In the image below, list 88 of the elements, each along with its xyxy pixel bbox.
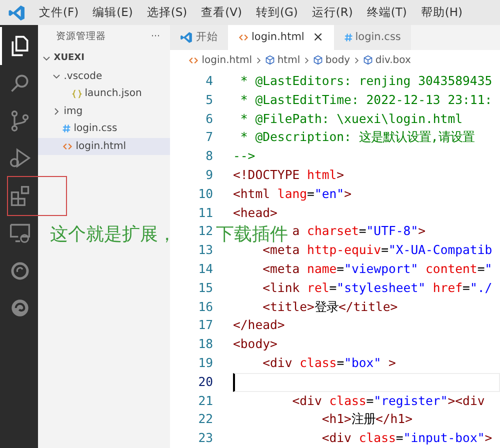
breadcrumb-item[interactable]: div.box [362, 52, 411, 68]
sidebar-title: 资源管理器 [56, 30, 106, 44]
line-number: 8 [206, 149, 213, 164]
line-number: 23 [198, 431, 213, 446]
line-number: 7 [206, 130, 213, 144]
tree-item[interactable]: login.css [38, 120, 170, 138]
line-number: 9 [206, 168, 213, 182]
code-line: <!DOCTYPE html> [233, 166, 344, 184]
ring-icon[interactable] [10, 260, 30, 281]
breadcrumb-item[interactable]: html [264, 52, 300, 68]
code-line: </head> [233, 317, 285, 334]
line-number: 20 [198, 374, 213, 389]
menu-item[interactable]: 帮助(H) [414, 4, 470, 22]
line-number: 18 [198, 337, 213, 352]
code-line: <h1>注册</h1> [322, 411, 412, 428]
code-line: * @Description: 这是默认设置,请设置 [240, 129, 474, 146]
cube-icon [312, 55, 323, 65]
line-number: 5 [206, 92, 213, 107]
code-line: a charset="UTF-8"> [292, 223, 426, 240]
vscode-logo-icon [8, 4, 26, 22]
code-line: * @LastEditTime: 2022-12-13 23:11: [240, 92, 492, 109]
code-line: <div class="box" > [262, 354, 396, 372]
code-line: <head> [233, 204, 278, 222]
menu-item[interactable]: 编辑(E) [86, 4, 140, 22]
angle-brackets-icon [238, 33, 249, 42]
editor-tab[interactable]: 开始 [170, 25, 228, 50]
menu-item[interactable]: 运行(R) [304, 4, 360, 22]
menu-item[interactable]: 选择(S) [140, 4, 194, 22]
hash-icon [344, 33, 352, 42]
line-number: 17 [198, 318, 213, 332]
line-number: 14 [198, 262, 213, 276]
line-number: 22 [198, 412, 213, 426]
line-number: 16 [198, 300, 213, 314]
search-icon[interactable] [9, 72, 31, 94]
code-line: * @LastEditors: renjing 3043589435 [240, 73, 492, 90]
line-number: 10 [198, 186, 213, 201]
vscode-logo-icon [180, 31, 193, 44]
editor-tab[interactable]: login.css [334, 25, 411, 50]
menu-item[interactable]: 文件(F) [32, 4, 86, 22]
line-number: 15 [198, 280, 213, 295]
more-actions-button[interactable]: ··· [150, 30, 160, 45]
play-bug-icon[interactable] [9, 147, 31, 170]
menu-item[interactable]: 转到(G) [248, 4, 305, 22]
breadcrumb-item[interactable]: login.html [188, 52, 252, 68]
menu-item[interactable]: 终端(T) [360, 4, 414, 22]
files-icon[interactable] [9, 34, 31, 57]
line-number: 12 [198, 224, 213, 238]
hash-icon [62, 124, 71, 134]
extensions-icon[interactable] [9, 184, 31, 207]
cube-icon [362, 55, 373, 65]
angle-brackets-icon [188, 56, 199, 64]
chevron-right-icon [352, 56, 360, 64]
code-line: * @FilePath: \xuexi\login.html [240, 110, 463, 128]
code-line: <meta http-equiv="X-UA-Compatib [262, 242, 492, 260]
chevron-right-icon [52, 106, 61, 116]
line-number: 6 [206, 112, 213, 126]
cube-icon [264, 55, 275, 65]
angle-brackets-icon [62, 142, 73, 151]
line-number: 11 [198, 206, 213, 220]
braces-icon [72, 88, 82, 99]
annotation-text: 下载插件 [216, 223, 288, 245]
line-number: 4 [206, 74, 213, 88]
editor-tab[interactable]: login.html × [228, 25, 334, 50]
code-line: <link rel="stylesheet" href="./ [262, 280, 492, 297]
code-line: <div class="register"><div [292, 392, 485, 410]
tree-item[interactable]: img [38, 102, 170, 120]
code-line: <body> [233, 336, 278, 354]
code-line: <title>登录</title> [262, 298, 398, 316]
branch-icon[interactable] [9, 110, 31, 132]
chevron-right-icon [302, 56, 310, 64]
menu-item[interactable]: 查看(V) [194, 4, 249, 22]
code-line: <div class="input-box"> [322, 430, 492, 448]
annotation-text: 这个就是扩展， [50, 223, 176, 247]
chevron-right-icon [254, 56, 262, 64]
swirl-icon[interactable] [10, 298, 30, 318]
breadcrumb-item[interactable]: body [312, 52, 350, 68]
line-number: 13 [198, 243, 213, 258]
line-number: 21 [198, 394, 213, 408]
tree-item[interactable]: .vscode [38, 68, 170, 85]
tree-item[interactable]: login.html [38, 138, 170, 155]
code-line: <html lang="en"> [233, 186, 352, 203]
tree-item[interactable]: XUEXI [38, 50, 170, 68]
code-line: <meta name="viewport" content=" [262, 260, 492, 278]
close-icon[interactable]: × [312, 28, 324, 48]
monitor-icon[interactable] [9, 222, 31, 244]
code-line: --> [233, 148, 256, 166]
line-number: 19 [198, 356, 213, 370]
tree-item[interactable]: launch.json [38, 85, 170, 102]
